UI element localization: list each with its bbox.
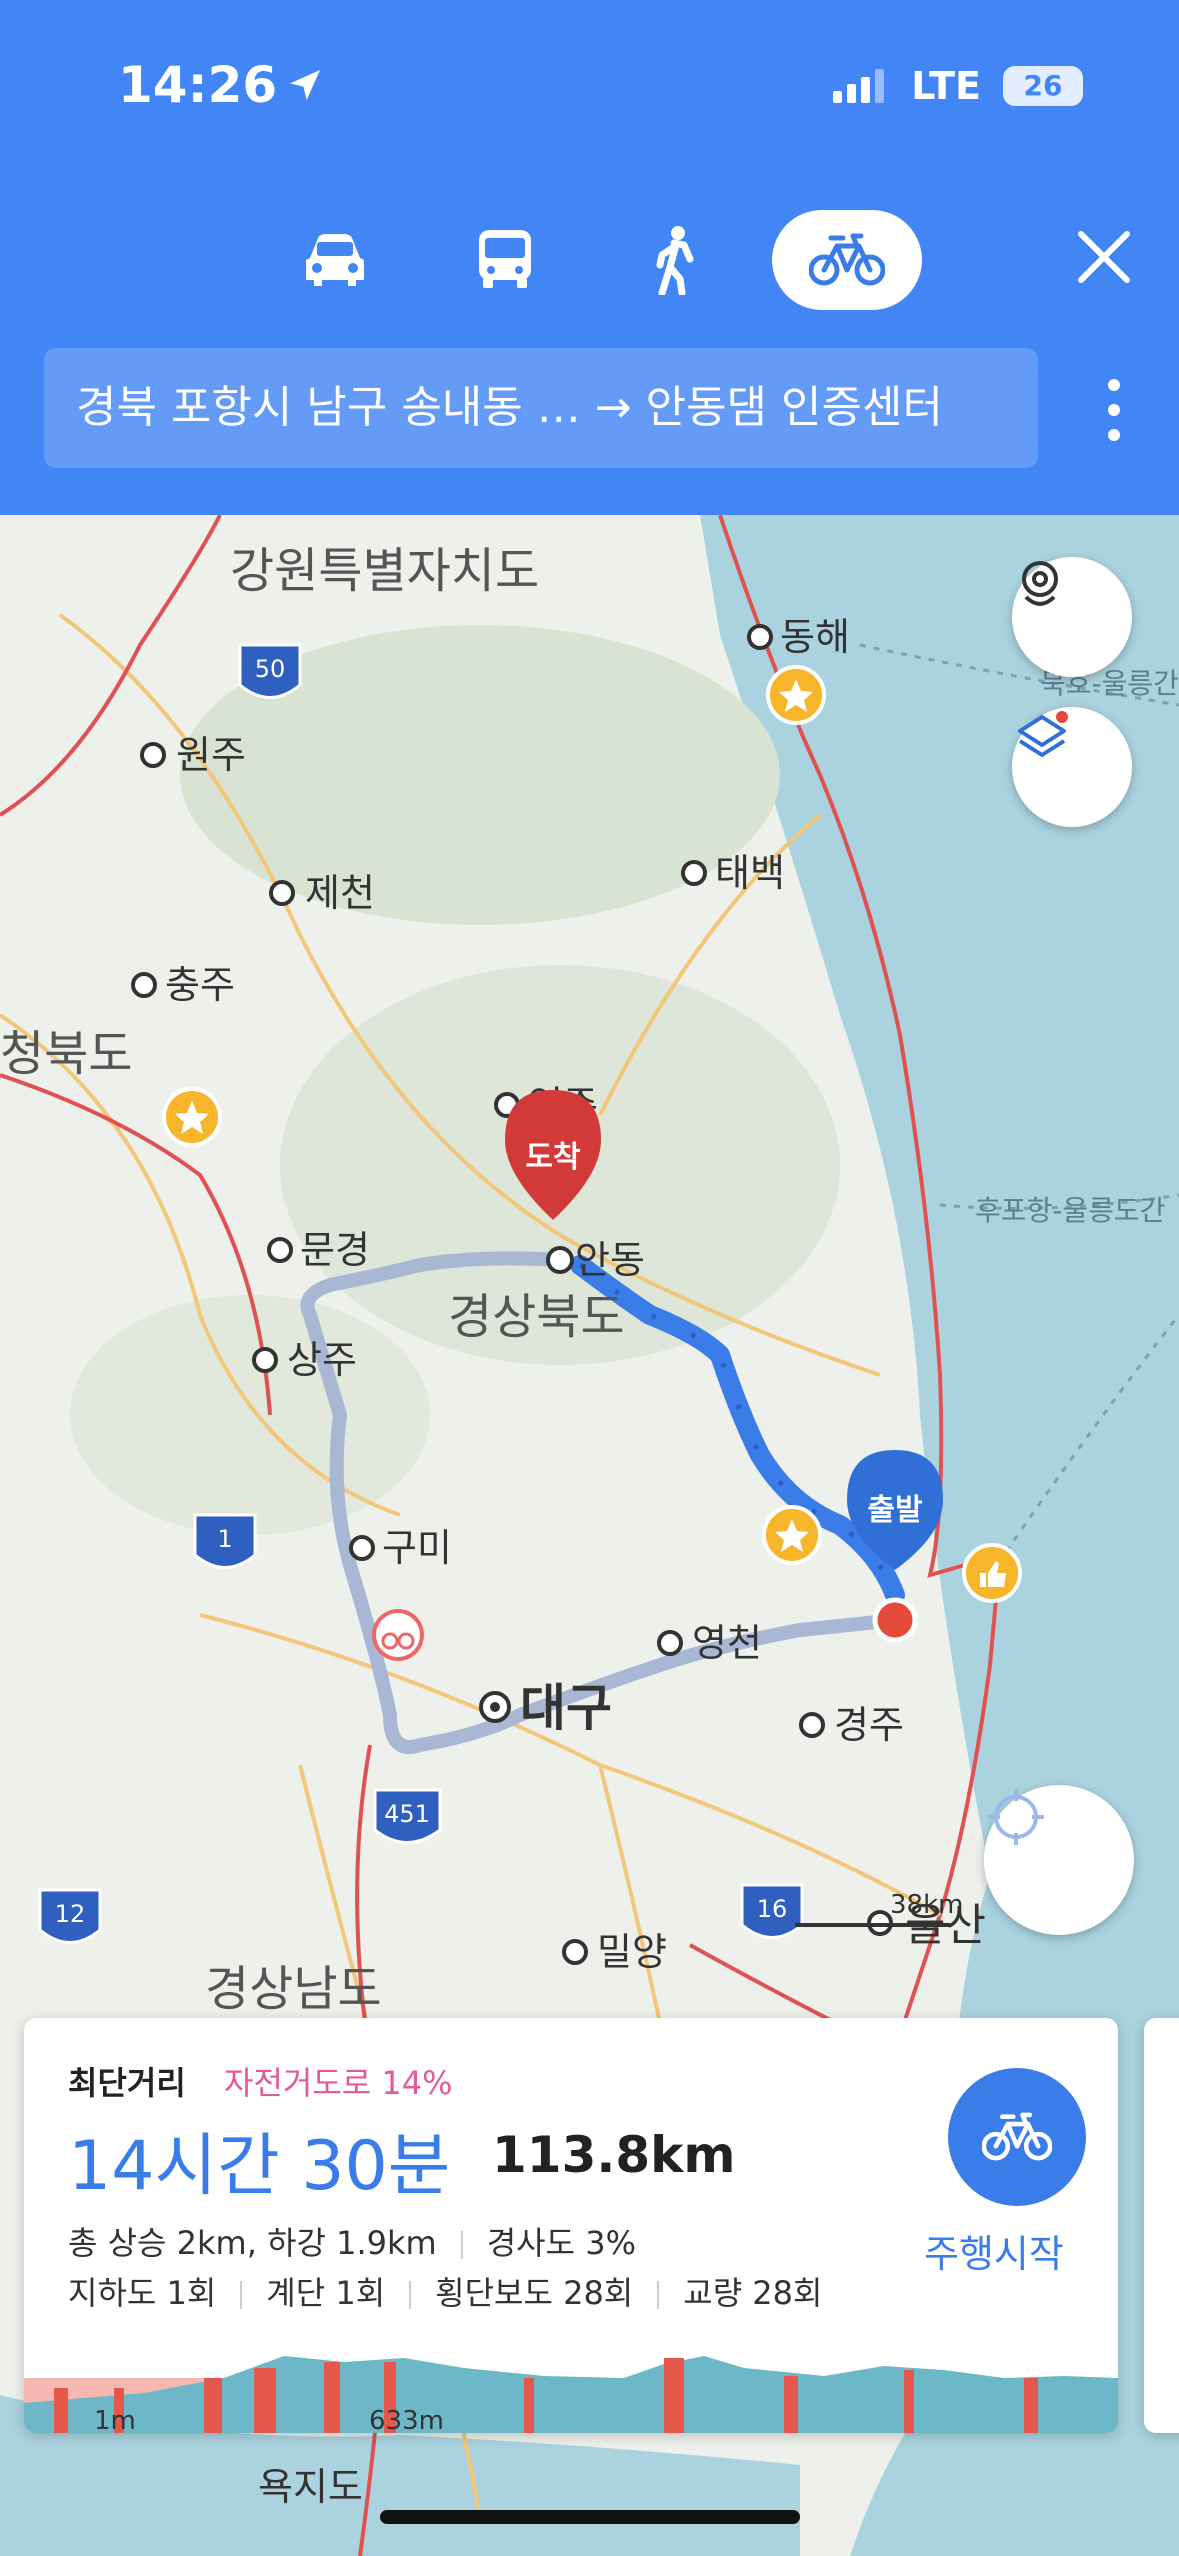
svg-text:1: 1 <box>217 1525 232 1553</box>
my-location-button[interactable] <box>984 1785 1134 1935</box>
svg-text:50: 50 <box>255 655 286 683</box>
climb-descent: 총 상승 2km, 하강 1.9km <box>68 2224 437 2262</box>
street-view-button[interactable] <box>1012 557 1132 677</box>
obstacle-stats: 지하도 1회 계단 1회 횡단보도 28회 교량 28회 <box>68 2268 822 2314</box>
network-type: LTE <box>911 64 981 108</box>
location-arrow-icon <box>290 70 321 100</box>
route-type: 최단거리 <box>68 2064 186 2102</box>
label-sangju: 상주 <box>287 1338 357 1382</box>
label-chungju: 충주 <box>165 963 235 1007</box>
layers-button[interactable] <box>1012 707 1132 827</box>
travel-mode-tabs <box>0 210 1179 310</box>
label-gyeongju: 경주 <box>834 1703 904 1747</box>
svg-text:도착: 도착 <box>525 1140 581 1175</box>
divider <box>460 2231 463 2259</box>
highway-shield-50: 50 <box>238 643 302 699</box>
elevation-max: 633m <box>369 2406 444 2433</box>
status-bar: 14:26 LTE 26 <box>0 0 1179 170</box>
label-chungbuk: 청북도 <box>0 1026 132 1082</box>
bike-road-share: 자전거도로 14% <box>224 2064 453 2102</box>
route-summary[interactable]: 경북 포항시 남구 송내동 … → 안동댐 인증센터 <box>44 348 1038 468</box>
tab-car[interactable] <box>260 210 410 310</box>
highway-shield-12: 12 <box>38 1888 102 1944</box>
thumbs-up-poi-icon[interactable] <box>962 1543 1022 1603</box>
label-miryang: 밀양 <box>597 1930 667 1974</box>
bus-icon <box>479 230 531 288</box>
crosshair-icon <box>988 1789 1044 1845</box>
start-navigation-label[interactable]: 주행시작 <box>924 2223 1064 2278</box>
elevation-stats: 총 상승 2km, 하강 1.9km 경사도 3% <box>68 2218 636 2264</box>
signal-icon <box>833 69 885 103</box>
bicycle-icon <box>809 233 885 286</box>
elevation-min: 1m <box>94 2406 136 2433</box>
tab-transit[interactable] <box>430 210 580 310</box>
svg-text:출발: 출발 <box>867 1493 923 1528</box>
svg-text:12: 12 <box>55 1900 86 1928</box>
clock: 14:26 <box>118 56 325 114</box>
stairs-count: 계단 1회 <box>266 2274 386 2312</box>
battery-icon: 26 <box>1003 66 1083 106</box>
bicycle-icon <box>982 2112 1052 2161</box>
directions-header: 경북 포항시 남구 송내동 … → 안동댐 인증센터 <box>0 170 1179 515</box>
time-text: 14:26 <box>118 56 278 114</box>
underpass-count: 지하도 1회 <box>68 2274 217 2312</box>
svg-text:16: 16 <box>757 1895 788 1923</box>
walk-icon <box>656 226 694 295</box>
crosswalk-count: 횡단보도 28회 <box>435 2274 634 2312</box>
bridge-count: 교량 28회 <box>683 2274 823 2312</box>
label-daegu: 대구 <box>520 1679 612 1737</box>
highway-shield-1: 1 <box>193 1513 257 1569</box>
distance: 113.8km <box>492 2126 736 2184</box>
label-gangwon: 강원특별자치도 <box>230 543 539 599</box>
elevation-profile <box>24 2356 1118 2433</box>
divider <box>240 2281 243 2309</box>
label-andong: 안동 <box>575 1238 645 1282</box>
close-icon[interactable] <box>1069 222 1139 292</box>
city-dot-daegu-center <box>490 1702 500 1712</box>
car-icon <box>306 234 364 286</box>
divider <box>409 2281 412 2309</box>
label-wonju: 원주 <box>176 733 246 777</box>
star-poi-icon[interactable] <box>766 665 826 725</box>
duration: 14시간 30분 <box>68 2127 451 2206</box>
pin-icon <box>1022 561 1058 606</box>
star-poi-icon[interactable] <box>162 1087 222 1147</box>
star-poi-icon[interactable] <box>762 1505 822 1565</box>
terrain <box>70 1295 430 1535</box>
label-taebaek: 태백 <box>715 851 785 895</box>
highway-shield-451: 451 <box>373 1788 442 1844</box>
city-dot-andong <box>546 1246 574 1274</box>
bike-poi-icon[interactable] <box>372 1609 424 1661</box>
more-options-icon[interactable] <box>1099 375 1129 445</box>
next-route-card[interactable] <box>1144 2018 1179 2433</box>
label-ferry2: 후포항-울릉도간 <box>975 1194 1165 1227</box>
tab-bicycle[interactable] <box>772 210 922 310</box>
label-gumi: 구미 <box>382 1526 452 1570</box>
divider <box>657 2281 660 2309</box>
label-gyeongnam: 경상남도 <box>205 1961 382 2017</box>
highway-shield-16: 16 <box>740 1883 804 1939</box>
layers-icon <box>1018 711 1068 757</box>
tab-walk[interactable] <box>600 210 750 310</box>
label-yokjido: 욕지도 <box>258 2465 363 2509</box>
label-mungyeong: 문경 <box>300 1228 370 1272</box>
start-navigation-button[interactable] <box>948 2068 1086 2206</box>
label-yeongcheon: 영천 <box>692 1621 762 1665</box>
label-donghae: 동해 <box>780 615 850 659</box>
svg-text:451: 451 <box>384 1800 430 1828</box>
label-gyeongbuk: 경상북도 <box>448 1289 625 1345</box>
svg-text:38km: 38km <box>890 1890 963 1920</box>
label-jecheon: 제천 <box>305 871 375 915</box>
route-card[interactable]: 최단거리 자전거도로 14% 14시간 30분 113.8km 총 상승 2km… <box>24 2018 1118 2433</box>
home-indicator[interactable] <box>380 2510 800 2524</box>
status-indicators: LTE 26 <box>833 64 1083 108</box>
grade: 경사도 3% <box>486 2224 636 2262</box>
